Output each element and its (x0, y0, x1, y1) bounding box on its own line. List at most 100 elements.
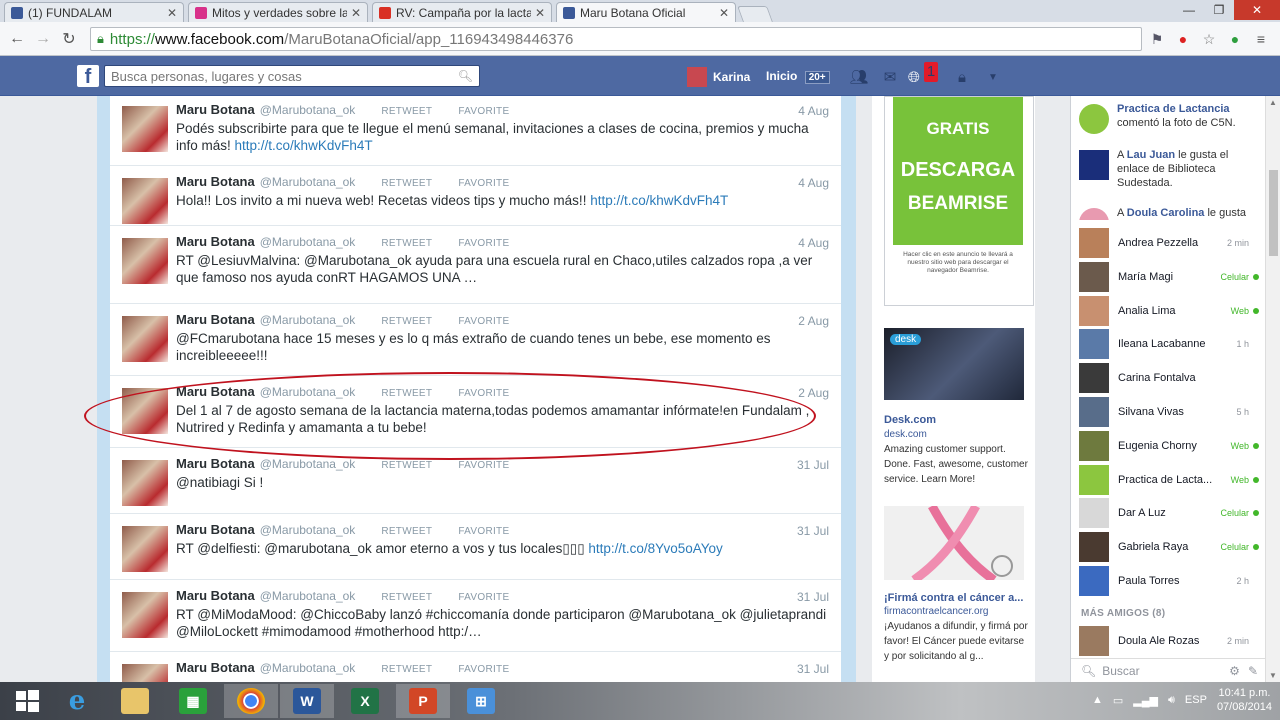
avatar[interactable] (122, 238, 168, 284)
favorite-button[interactable]: FAVORITE (458, 178, 509, 189)
home-link[interactable]: Inicio 20+ (766, 69, 830, 84)
flag-extension-icon[interactable]: ⚑ (1148, 30, 1166, 48)
chat-contact[interactable]: Dar A Luz Celular (1079, 496, 1259, 530)
tweet-date[interactable]: 2 Aug (798, 314, 829, 328)
signal-icon[interactable]: ▂▄▆ (1133, 694, 1158, 707)
page-scrollbar[interactable]: ▲ ▼ (1265, 96, 1280, 682)
browser-tab-fundalam[interactable]: (1) FUNDALAM ✕ (4, 2, 184, 22)
browser-tab-maru[interactable]: Maru Botana Oficial ✕ (556, 2, 736, 22)
close-tab-icon[interactable]: ✕ (719, 6, 729, 20)
tweet-date[interactable]: 2 Aug (798, 386, 829, 400)
show-hidden-icons-icon[interactable]: ▲ (1092, 694, 1103, 706)
profile-link[interactable]: Karina (687, 67, 750, 87)
ad-desk-title[interactable]: Desk.com (884, 414, 936, 426)
chat-extension-icon[interactable]: ● (1174, 30, 1192, 48)
ad-desk-image[interactable]: desk (884, 328, 1024, 400)
retweet-button[interactable]: RETWEET (381, 106, 432, 117)
tweet-link[interactable]: http://t.co/khwKdvFh4T (235, 138, 373, 153)
tweet-author-name[interactable]: Maru Botana (176, 456, 255, 471)
chat-contact[interactable]: Paula Torres 2 h (1079, 564, 1259, 598)
tweet-date[interactable]: 31 Jul (797, 590, 829, 604)
avatar[interactable] (122, 316, 168, 362)
retweet-button[interactable]: RETWEET (381, 592, 432, 603)
taskbar-app[interactable]: ⊞ (454, 684, 508, 718)
taskbar-powerpoint[interactable]: P (396, 684, 450, 718)
tweet-author-handle[interactable]: @Marubotana_ok (260, 103, 356, 117)
close-tab-icon[interactable]: ✕ (351, 6, 361, 20)
favorite-button[interactable]: FAVORITE (458, 316, 509, 327)
browser-tab-mitos[interactable]: Mitos y verdades sobre la ✕ (188, 2, 368, 22)
clock[interactable]: 10:41 p.m. 07/08/2014 (1217, 686, 1272, 714)
tweet-date[interactable]: 4 Aug (798, 176, 829, 190)
tweet-author-name[interactable]: Maru Botana (176, 660, 255, 675)
chat-contact[interactable]: Eugenia Chorny Web (1079, 429, 1259, 463)
scroll-thumb[interactable] (1269, 170, 1278, 256)
ad-cancer-title[interactable]: ¡Firmá contra el cáncer a... (884, 592, 1023, 604)
search-icon[interactable]: 🔍︎ (458, 69, 473, 83)
tweet-date[interactable]: 4 Aug (798, 104, 829, 118)
favorite-button[interactable]: FAVORITE (458, 106, 509, 117)
favorite-button[interactable]: FAVORITE (458, 664, 509, 675)
tweet-link[interactable]: http://t.co/8Yvo5oAYoy (588, 541, 722, 556)
tweet-author-handle[interactable]: @Marubotana_ok (260, 313, 356, 327)
forward-icon[interactable]: → (30, 30, 56, 48)
chat-contact[interactable]: Practica de Lacta... Web (1079, 463, 1259, 497)
chat-contact[interactable]: Doula Ale Rozas 2 min (1079, 624, 1259, 658)
avatar[interactable] (122, 178, 168, 224)
tweet-author-handle[interactable]: @Marubotana_ok (260, 175, 356, 189)
taskbar-word[interactable]: W (280, 684, 334, 718)
avatar[interactable] (122, 460, 168, 506)
ticker-item[interactable]: A Doula Carolina le gusta (1079, 206, 1259, 220)
tweet-author-name[interactable]: Maru Botana (176, 522, 255, 537)
retweet-button[interactable]: RETWEET (381, 526, 432, 537)
notifications-globe-icon[interactable]: 🌐︎ 1 (908, 62, 939, 87)
ad-beamrise[interactable]: GRATIS DESCARGA BEAMRISE Hacer clic en e… (884, 96, 1034, 306)
tweet-author-name[interactable]: Maru Botana (176, 102, 255, 117)
retweet-button[interactable]: RETWEET (381, 664, 432, 675)
tweet-author-handle[interactable]: @Marubotana_ok (260, 457, 356, 471)
retweet-button[interactable]: RETWEET (381, 460, 432, 471)
tweet-author-handle[interactable]: @Marubotana_ok (260, 235, 356, 249)
gear-icon[interactable]: ⚙ (1229, 664, 1240, 678)
chat-search-input[interactable]: 🔍︎ Buscar ⚙ ✎ (1071, 658, 1266, 682)
tweet-link[interactable]: http://t.co/khwKdvFh4T (590, 193, 728, 208)
tweet-author-name[interactable]: Maru Botana (176, 234, 255, 249)
favorite-button[interactable]: FAVORITE (458, 592, 509, 603)
language-indicator[interactable]: ESP (1185, 694, 1207, 706)
maximize-icon[interactable]: ❐ (1204, 0, 1234, 20)
tweet-date[interactable]: 31 Jul (797, 662, 829, 676)
avatar[interactable] (122, 526, 168, 572)
chat-contact[interactable]: Ileana Lacabanne 1 h (1079, 327, 1259, 361)
chat-contact[interactable]: María Magi Celular (1079, 260, 1259, 294)
avatar[interactable] (122, 592, 168, 638)
retweet-button[interactable]: RETWEET (381, 178, 432, 189)
ad-desk-site[interactable]: desk.com (884, 429, 927, 440)
compose-icon[interactable]: ✎ (1248, 664, 1258, 678)
favorite-button[interactable]: FAVORITE (458, 526, 509, 537)
chat-contact[interactable]: Gabriela Raya Celular (1079, 530, 1259, 564)
bookmark-star-icon[interactable]: ☆ (1200, 30, 1218, 48)
ticker-item[interactable]: Practica de Lactancia comentó la foto de… (1079, 102, 1259, 134)
chat-contact[interactable]: Silvana Vivas 5 h (1079, 395, 1259, 429)
chat-contact[interactable]: Analia Lima Web (1079, 294, 1259, 328)
favorite-button[interactable]: FAVORITE (458, 238, 509, 249)
close-window-icon[interactable]: ✕ (1234, 0, 1280, 20)
messages-icon[interactable]: ✉ (879, 67, 901, 87)
ticker-item[interactable]: A Lau Juan le gusta el enlace de Bibliot… (1079, 148, 1259, 190)
back-icon[interactable]: ← (4, 30, 30, 48)
tweet-author-name[interactable]: Maru Botana (176, 588, 255, 603)
tweet-author-handle[interactable]: @Marubotana_ok (260, 661, 356, 675)
new-tab-button[interactable] (737, 6, 773, 22)
tweet-date[interactable]: 4 Aug (798, 236, 829, 250)
tweet-date[interactable]: 31 Jul (797, 524, 829, 538)
avatar[interactable] (122, 664, 168, 682)
menu-icon[interactable]: ≡ (1252, 30, 1270, 48)
taskbar-excel[interactable]: X (338, 684, 392, 718)
favorite-button[interactable]: FAVORITE (458, 460, 509, 471)
tweet-author-handle[interactable]: @Marubotana_ok (260, 589, 356, 603)
address-bar[interactable]: 🔒︎ https:// www.facebook.com /MaruBotana… (90, 27, 1142, 51)
tweet-author-name[interactable]: Maru Botana (176, 312, 255, 327)
tweet-author-handle[interactable]: @Marubotana_ok (260, 523, 356, 537)
facebook-search-input[interactable]: Busca personas, lugares y cosas 🔍︎ (104, 65, 480, 87)
scroll-up-icon[interactable]: ▲ (1269, 98, 1277, 107)
